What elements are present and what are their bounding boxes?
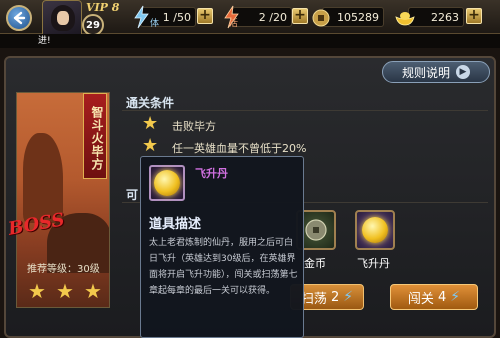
- challenge-cost: 4: [437, 289, 447, 305]
- rules-button[interactable]: 规则说明 ▶: [382, 61, 490, 83]
- coin-icon: [305, 219, 327, 241]
- gold-ingot-icon: [392, 4, 418, 32]
- star-icon: ★: [142, 113, 159, 134]
- stamina-bolt-icon: ⚡: [450, 289, 461, 305]
- sweep-button-label: 扫荡: [300, 291, 327, 307]
- tooltip-item-icon: [149, 165, 185, 201]
- challenge-button-label: 闯关: [407, 291, 434, 307]
- rewards-title: 可: [126, 188, 139, 202]
- golden-pill-icon: [154, 170, 180, 196]
- condition-item: 击败毕方: [172, 120, 216, 133]
- star-icon: ★: [28, 279, 46, 303]
- item-tooltip: 飞升丹 道具描述 太上老君炼制的仙丹，服用之后可白日飞升（英雄达到30级后，在英…: [140, 156, 304, 338]
- add-stamina-button[interactable]: +: [197, 8, 213, 24]
- reward-coin-label: 金币: [304, 257, 326, 270]
- stage-card: 智斗火毕方: [16, 92, 110, 308]
- scrolling-notice: 进!: [0, 34, 500, 48]
- star-icon: ★: [56, 279, 74, 303]
- back-button[interactable]: [6, 5, 32, 31]
- conditions-title: 通关条件: [126, 96, 175, 110]
- chevron-right-icon: ▶: [456, 65, 470, 79]
- star-icon: ★: [84, 279, 102, 303]
- tooltip-description: 太上老君炼制的仙丹，服用之后可白日飞升（英雄达到30级后，在英雄界面将开启飞升功…: [149, 238, 298, 296]
- avatar-face: [57, 11, 69, 25]
- condition-item: 任一英雄血量不曾低于20%: [172, 142, 307, 155]
- stamina-bolt-icon: ⚡: [343, 289, 354, 305]
- section-divider: [122, 110, 488, 111]
- sweep-cost: 2: [330, 289, 340, 305]
- vip-label: VIP 8: [86, 1, 120, 14]
- add-gold-button[interactable]: +: [466, 8, 482, 24]
- player-level-badge: 29: [82, 14, 104, 36]
- recommended-level-value: 30级: [77, 264, 100, 275]
- golden-pill-icon: [362, 217, 388, 243]
- energy-icon-char: 活: [229, 19, 239, 29]
- player-avatar[interactable]: [42, 0, 82, 38]
- reward-ascension-pill-item[interactable]: [355, 210, 395, 250]
- back-arrow-icon: [13, 11, 26, 25]
- add-energy-button[interactable]: +: [292, 8, 308, 24]
- stage-name-banner: 智斗火毕方: [83, 93, 107, 179]
- recommended-level: 推荐等级：30级: [27, 260, 100, 275]
- star-icon: ★: [142, 135, 159, 156]
- recommended-level-label: 推荐等级：: [27, 264, 77, 275]
- rules-button-label: 规则说明: [401, 65, 450, 80]
- tooltip-item-name: 飞升丹: [195, 167, 228, 180]
- coin-icon: [308, 4, 334, 32]
- stamina-icon-char: 体: [150, 19, 160, 29]
- challenge-button[interactable]: 闯关 4 ⚡: [390, 284, 478, 310]
- tooltip-header: 道具描述: [149, 217, 202, 232]
- reward-item-label: 飞升丹: [357, 257, 390, 270]
